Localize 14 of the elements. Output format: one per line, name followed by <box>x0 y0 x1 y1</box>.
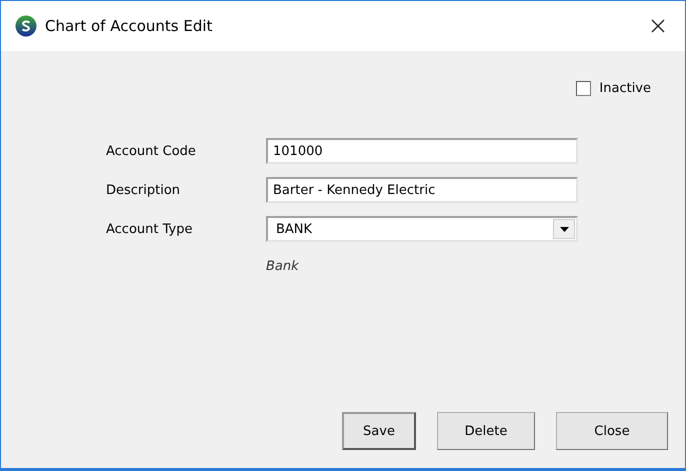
caret-icon[interactable] <box>553 219 575 239</box>
dialog-button[interactable]: Save <box>342 412 416 450</box>
dialog-button[interactable]: Close <box>556 412 668 450</box>
field-label: Account Type <box>106 222 194 236</box>
input-field[interactable]: Barter - Kennedy Electric <box>266 177 578 203</box>
inactive-label: Inactive <box>599 81 651 96</box>
account-type-dropdown[interactable]: BANK <box>266 216 578 242</box>
dialog-button[interactable]: Delete <box>437 412 535 450</box>
field-label: Account Code <box>106 144 197 158</box>
field-label: Description <box>106 182 182 198</box>
app-logo-icon <box>15 15 37 37</box>
type-description: Bank <box>266 259 300 274</box>
window-title: Chart of Accounts Edit <box>45 17 214 35</box>
input-field[interactable]: 101000 <box>266 138 578 164</box>
